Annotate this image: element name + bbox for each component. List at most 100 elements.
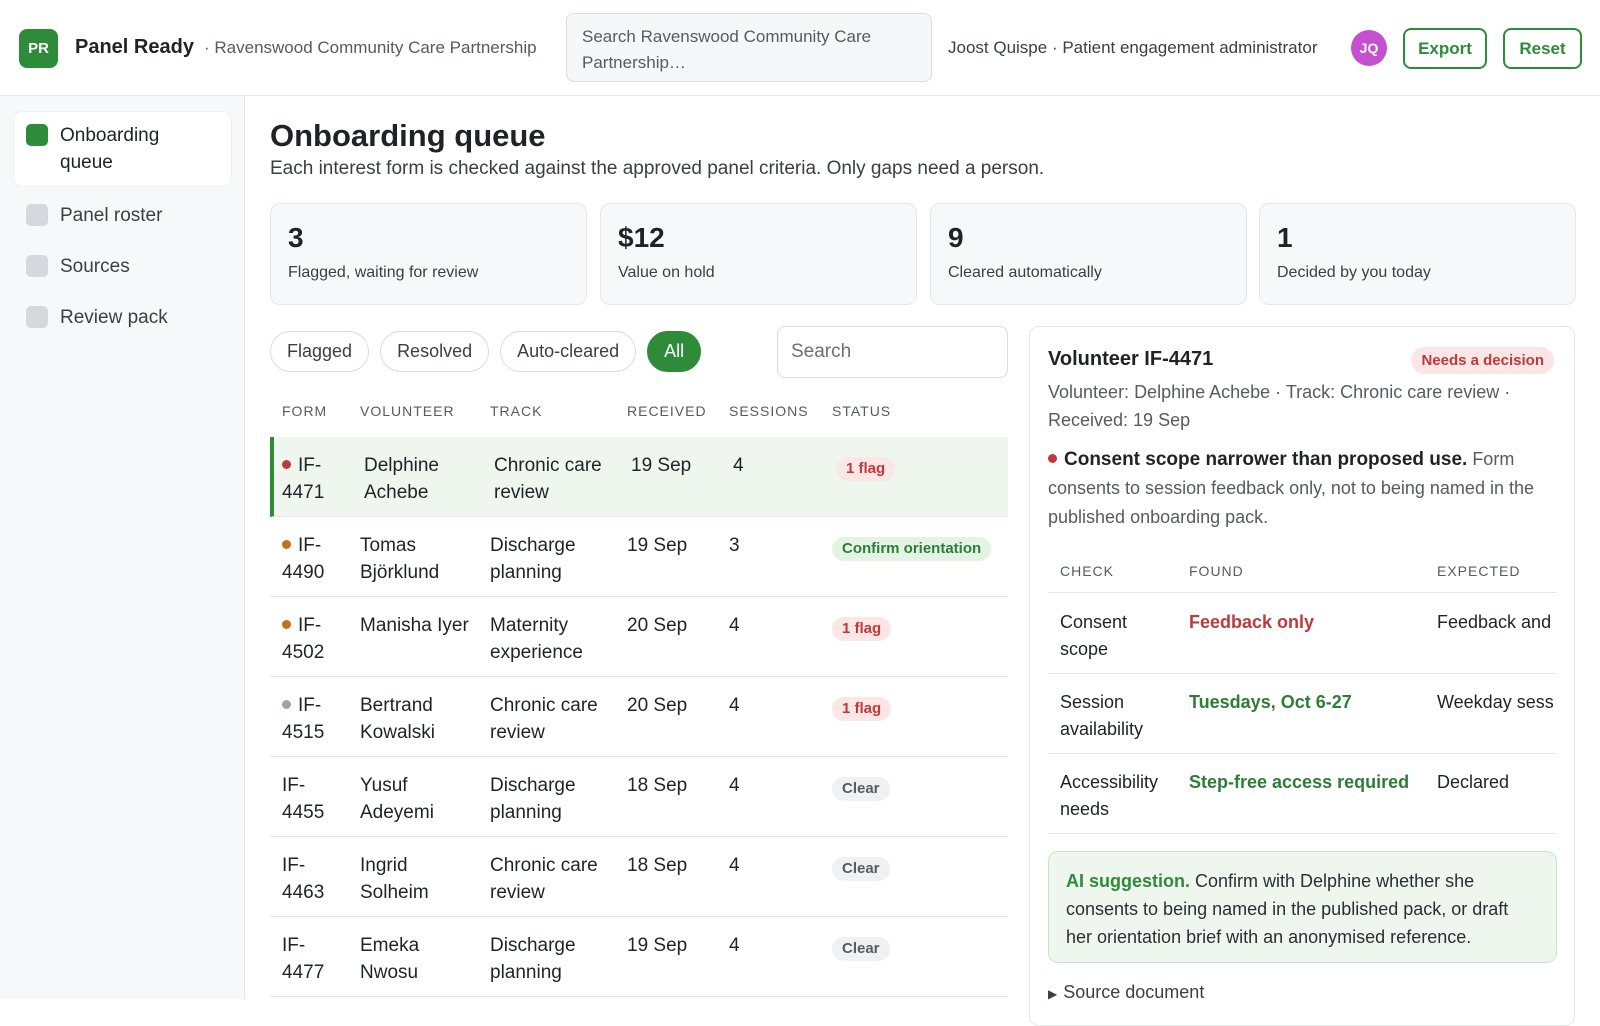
track-cell: Discharge planning: [490, 532, 620, 586]
track-cell-text: Discharge planning: [490, 935, 576, 983]
issue-summary: Consent scope narrower than proposed use…: [1048, 445, 1558, 532]
status-badge: Needs a decision: [1411, 347, 1554, 374]
page-subtitle: Each interest form is checked against th…: [270, 158, 1045, 179]
track-cell: Chronic care review: [494, 452, 624, 506]
detail-title: Volunteer IF-4471: [1048, 348, 1214, 370]
volunteer-cell: Yusuf Adeyemi: [360, 772, 480, 826]
check-expected: Weekday sess: [1437, 692, 1554, 712]
table-row[interactable]: IF-4502 Manisha Iyer Maternity experience 2…: [270, 597, 1008, 677]
received-cell: 19 Sep: [631, 452, 691, 479]
received-cell-text: 18 Sep: [627, 855, 688, 876]
column-header-sessions[interactable]: Sessions: [729, 403, 809, 419]
sessions-cell: 4: [729, 692, 740, 719]
status-badge: Clear: [832, 777, 890, 801]
sidebar-item-label: Onboarding queue: [60, 125, 160, 173]
sidebar-item-label: Panel roster: [60, 205, 163, 226]
avatar[interactable]: JQ: [1351, 30, 1387, 66]
table-row[interactable]: IF-4477 Emeka Nwosu Discharge planning 19 S…: [270, 917, 1008, 997]
filter-auto-cleared[interactable]: Auto-cleared: [500, 331, 637, 372]
status-cell: 1 flag: [832, 614, 892, 641]
stat-card-flagged: 3 Flagged, waiting for review: [270, 203, 587, 305]
filter-resolved[interactable]: Resolved: [380, 331, 490, 372]
received-cell-text: 19 Sep: [627, 935, 688, 956]
stat-card-decided: 1 Decided by you today: [1259, 203, 1576, 305]
ai-suggestion: AI suggestion. Confirm with Delphine whe…: [1048, 851, 1557, 963]
priority-dot-icon: [282, 700, 291, 709]
organization-name: · Ravenswood Community Care Partnership: [204, 38, 537, 57]
check-row: Session availability Tuesdays, Oct 6-27 We…: [1048, 674, 1557, 754]
track-cell-text: Maternity experience: [490, 615, 583, 663]
sessions-cell-text: 4: [729, 855, 740, 876]
volunteer-cell: Tomas Björklund: [360, 532, 480, 586]
form-cell: IF-4515: [282, 692, 344, 746]
track-cell: Maternity experience: [490, 612, 620, 666]
sessions-cell-text: 4: [729, 695, 740, 716]
status-cell: 1 flag: [832, 694, 892, 721]
sessions-cell-text: 4: [729, 775, 740, 796]
sessions-cell-text: 3: [729, 535, 740, 556]
table-row[interactable]: IF-4455 Yusuf Adeyemi Discharge planning 18…: [270, 757, 1008, 837]
sidebar-item-sources[interactable]: Sources: [14, 243, 231, 290]
check-row: Consent scope Feedback only Feedback and: [1048, 594, 1557, 674]
volunteer-cell-text: Delphine Achebe: [364, 455, 439, 503]
check-name: Consent scope: [1060, 612, 1128, 659]
global-search-input[interactable]: Search Ravenswood Community Care Partner…: [566, 13, 932, 82]
issue-title: Consent scope narrower than proposed use…: [1064, 449, 1468, 470]
received-cell: 20 Sep: [627, 692, 687, 719]
status-cell: Clear: [832, 854, 890, 881]
form-cell-text: IF-4463: [282, 855, 325, 903]
track-cell: Chronic care review: [490, 692, 620, 746]
table-row[interactable]: IF-4515 Bertrand Kowalski Chronic care rev…: [270, 677, 1008, 757]
column-header-status[interactable]: Status: [832, 403, 891, 419]
volunteer-cell: Manisha Iyer: [360, 612, 480, 639]
filter-flagged[interactable]: Flagged: [270, 331, 370, 372]
status-cell: Clear: [832, 774, 890, 801]
status-cell: Clear: [832, 934, 890, 961]
volunteer-cell-text: Yusuf Adeyemi: [360, 775, 434, 823]
source-document-label: Source document: [1063, 982, 1205, 1002]
top-bar: PR Panel Ready · Ravenswood Community Ca…: [0, 0, 1600, 96]
volunteer-cell: Ingrid Solheim: [360, 852, 480, 906]
filter-all[interactable]: All: [647, 331, 702, 372]
check-found: Feedback only: [1189, 612, 1315, 632]
volunteer-cell-text: Ingrid Solheim: [360, 855, 429, 903]
form-cell: IF-4502: [282, 612, 344, 666]
source-document-toggle[interactable]: ▶ Source document: [1048, 982, 1204, 1003]
reset-button[interactable]: Reset: [1503, 28, 1582, 69]
column-header-track[interactable]: Track: [490, 403, 542, 419]
sidebar-item-label: Review pack: [60, 307, 168, 328]
status-badge: 1 flag: [832, 697, 892, 721]
status-cell: Confirm orientation: [832, 534, 992, 561]
queue-search-input[interactable]: Search: [777, 326, 1008, 378]
nav-square-icon: [26, 124, 48, 146]
form-cell-text: IF-4477: [282, 935, 325, 983]
table-row[interactable]: IF-4471 Delphine Achebe Chronic care revie…: [270, 437, 1008, 517]
track-cell-text: Discharge planning: [490, 535, 576, 583]
flag-dot-icon: [1048, 454, 1057, 463]
stat-card-value-on-hold: $12 Value on hold: [600, 203, 917, 305]
queue-table-header: Form Volunteer Track Received Sessions S…: [270, 400, 1008, 432]
sidebar-item-onboarding-queue[interactable]: Onboarding queue: [14, 112, 231, 186]
export-button[interactable]: Export: [1403, 28, 1487, 69]
sessions-cell: 4: [733, 452, 744, 479]
track-cell-text: Discharge planning: [490, 775, 576, 823]
form-cell: IF-4490: [282, 532, 344, 586]
sidebar-item-panel-roster[interactable]: Panel roster: [14, 192, 231, 239]
column-header-expected: EXPECTED: [1437, 563, 1521, 579]
table-row[interactable]: IF-4463 Ingrid Solheim Chronic care review…: [270, 837, 1008, 917]
table-row[interactable]: IF-4490 Tomas Björklund Discharge planning…: [270, 517, 1008, 597]
column-header-volunteer[interactable]: Volunteer: [360, 403, 455, 419]
stat-label: Flagged, waiting for review: [288, 264, 479, 281]
sidebar-item-review-pack[interactable]: Review pack: [14, 294, 231, 341]
nav-square-icon: [26, 204, 48, 226]
user-info: Joost Quispe · Patient engagement admini…: [948, 38, 1318, 57]
volunteer-cell-text: Manisha Iyer: [360, 615, 469, 636]
column-header-form[interactable]: Form: [282, 403, 327, 419]
track-cell: Chronic care review: [490, 852, 620, 906]
check-found: Tuesdays, Oct 6-27: [1189, 692, 1352, 712]
column-header-found: FOUND: [1189, 563, 1244, 579]
detail-panel: Volunteer IF-4471 Needs a decision Volun…: [1029, 326, 1575, 1026]
stat-value: 3: [288, 222, 304, 253]
sessions-cell: 3: [729, 532, 740, 559]
column-header-received[interactable]: Received: [627, 403, 707, 419]
